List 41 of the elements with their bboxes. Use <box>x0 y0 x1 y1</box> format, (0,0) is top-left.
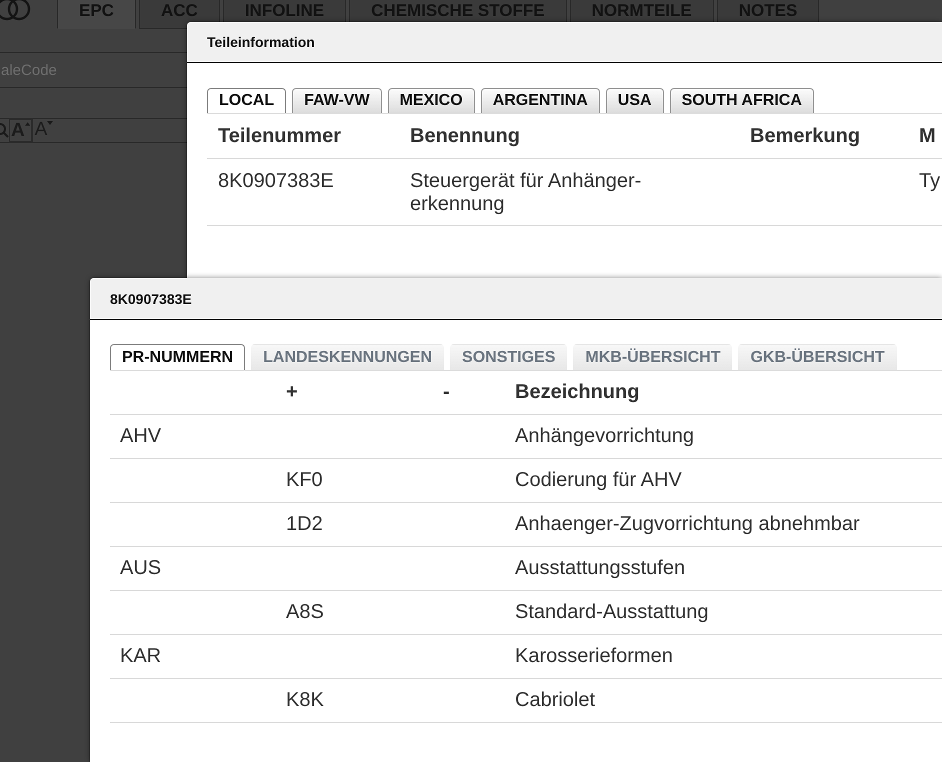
table-cell: KF0 <box>276 458 433 502</box>
table-cell: Codierung für AHV <box>505 458 942 502</box>
dialog-title: 8K0907383E <box>110 290 192 306</box>
rings-logo-icon <box>0 0 31 21</box>
caret-down-icon <box>47 121 54 125</box>
table-cell: 1D2 <box>276 502 433 546</box>
column-header: Bemerkung <box>739 114 915 158</box>
table-cell: Anhängevorrichtung <box>505 414 942 458</box>
table-cell: Ty <box>915 158 942 226</box>
dialog-tab[interactable]: MEXICO <box>388 88 475 113</box>
table-cell: K8K <box>276 678 433 722</box>
dialog-tab[interactable]: LOCAL <box>207 88 286 113</box>
table-cell: A8S <box>276 590 433 634</box>
search-icon[interactable] <box>0 122 9 138</box>
table-cell: 8K0907383E <box>207 158 399 226</box>
dialog-tab[interactable]: PR-NUMMERN <box>110 344 246 370</box>
table-cell: Steuergerät für Anhänger-erkennung <box>399 158 739 226</box>
dialog-tab[interactable]: USA <box>606 88 664 113</box>
table-cell: Standard-Ausstattung <box>505 590 942 634</box>
table-cell: Cabriolet <box>505 678 942 722</box>
column-header: M <box>915 114 942 158</box>
dialog-tab[interactable]: LANDESKENNUNGEN <box>251 344 444 370</box>
dialog-tab[interactable]: SOUTH AFRICA <box>670 88 814 113</box>
table-cell: Anhaenger-Zugvorrichtung abnehmbar <box>505 502 942 546</box>
caret-up-icon <box>24 122 30 126</box>
column-header: + <box>276 371 433 414</box>
dialog-tab[interactable]: FAW-VW <box>292 88 382 113</box>
dialog-tab[interactable]: MKB-ÜBERSICHT <box>573 344 732 370</box>
column-header: Teilenummer <box>207 114 399 158</box>
table-cell: AUS <box>110 546 276 590</box>
dialog-tab[interactable]: SONSTIGES <box>450 344 568 370</box>
column-header: - <box>433 371 505 414</box>
table-cell: Karosserieformen <box>505 634 942 678</box>
column-header: Bezeichnung <box>505 371 942 414</box>
column-header: Benennung <box>399 114 739 158</box>
table-cell: AHV <box>110 414 276 458</box>
table-cell: Ausstattungsstufen <box>505 546 942 590</box>
dialog-title: Teileinformation <box>207 34 315 50</box>
table-cell: KAR <box>110 634 276 678</box>
dialog-tab[interactable]: ARGENTINA <box>480 88 600 113</box>
dialog-tab[interactable]: GKB-ÜBERSICHT <box>738 344 897 370</box>
